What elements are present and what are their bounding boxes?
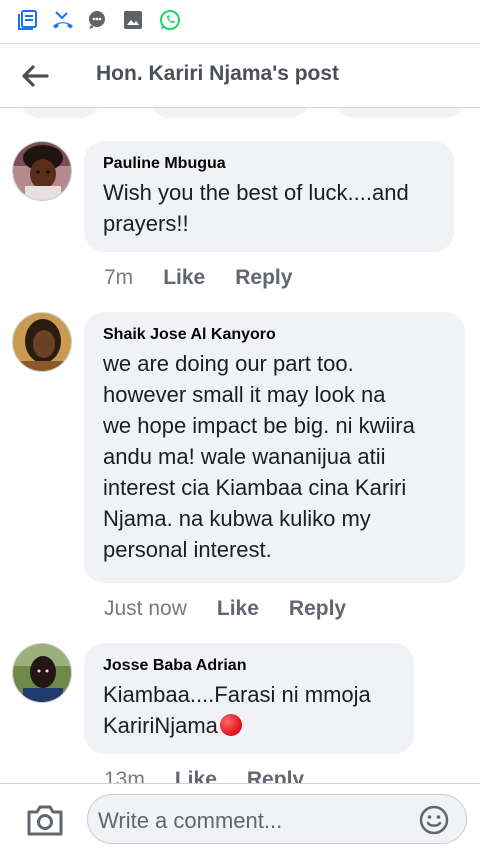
comment-composer: Write a comment...: [0, 783, 480, 854]
comment-item: Shaik Jose Al Kanyoro we are doing our p…: [0, 312, 480, 632]
red-circle-emoji: [219, 714, 242, 736]
comment-actions: 13m Like Reply: [104, 765, 334, 783]
comment-input-placeholder: Write a comment...: [98, 808, 283, 833]
comment-actions: Just now Like Reply: [104, 594, 376, 624]
comment-author[interactable]: Josse Baba Adrian: [103, 655, 396, 677]
comment-bubble[interactable]: Shaik Jose Al Kanyoro we are doing our p…: [84, 312, 465, 583]
comment-bubble[interactable]: Pauline Mbugua Wish you the best of luck…: [84, 141, 454, 252]
like-button[interactable]: Like: [217, 597, 259, 621]
comment-line: Njama. na kubwa kuliko my: [103, 506, 371, 531]
comment-line: prayers!!: [103, 211, 189, 236]
like-button[interactable]: Like: [175, 768, 217, 783]
avatar[interactable]: [12, 312, 72, 372]
reply-button[interactable]: Reply: [289, 597, 346, 621]
comment-input[interactable]: Write a comment...: [87, 794, 467, 844]
comment-line: interest cia Kiambaa cina Kariri: [103, 475, 407, 500]
comment-timestamp: 13m: [104, 768, 145, 783]
previous-comment-bubble: [335, 108, 465, 118]
comment-author[interactable]: Pauline Mbugua: [103, 153, 436, 175]
comment-line: Wish you the best of luck....and: [103, 180, 409, 205]
back-button[interactable]: [14, 56, 56, 96]
status-bar: [0, 0, 480, 44]
comment-line: personal interest.: [103, 537, 272, 562]
comments-feed[interactable]: Pauline Mbugua Wish you the best of luck…: [0, 108, 480, 783]
smiley-icon[interactable]: [418, 804, 450, 836]
comment-text: Wish you the best of luck....and prayers…: [103, 177, 436, 239]
notes-icon: [18, 10, 37, 30]
comment-bubble[interactable]: Josse Baba Adrian Kiambaa....Farasi ni m…: [84, 643, 414, 754]
avatar[interactable]: [12, 643, 72, 703]
comment-actions: 7m Like Reply: [104, 263, 322, 293]
post-header: Hon. Kariri Njama's post: [0, 44, 480, 108]
comment-author[interactable]: Shaik Jose Al Kanyoro: [103, 324, 447, 346]
comment-line: we are doing our part too.: [103, 351, 354, 376]
comment-line: however small it may look na: [103, 382, 386, 407]
like-button[interactable]: Like: [163, 266, 205, 290]
avatar[interactable]: [12, 141, 72, 201]
comment-text: we are doing our part too. however small…: [103, 348, 447, 565]
comment-timestamp: Just now: [104, 597, 187, 620]
comment-line: andu ma! wale wananijua atii: [103, 444, 386, 469]
comment-line-text: KaririNjama: [103, 713, 218, 738]
reply-button[interactable]: Reply: [247, 768, 304, 783]
comment-item: Josse Baba Adrian Kiambaa....Farasi ni m…: [0, 643, 480, 783]
camera-icon[interactable]: [24, 800, 66, 840]
comment-line: Kiambaa....Farasi ni mmoja: [103, 682, 371, 707]
previous-comment-bubble: [150, 108, 310, 118]
comment-text: Kiambaa....Farasi ni mmoja KaririNjama: [103, 679, 396, 741]
missed-call-icon: [53, 11, 73, 29]
chat-bubble-icon: [89, 11, 105, 29]
comment-item: Pauline Mbugua Wish you the best of luck…: [0, 141, 480, 291]
arrow-left-icon: [22, 65, 49, 87]
gallery-icon: [124, 11, 142, 29]
comment-line: KaririNjama: [103, 710, 396, 741]
comment-line: we hope impact be big. ni kwiira: [103, 413, 415, 438]
reply-button[interactable]: Reply: [235, 266, 292, 290]
comment-timestamp: 7m: [104, 266, 134, 289]
previous-comment-bubble: [20, 108, 100, 118]
page-title: Hon. Kariri Njama's post: [96, 62, 340, 85]
whatsapp-icon: [160, 10, 180, 30]
